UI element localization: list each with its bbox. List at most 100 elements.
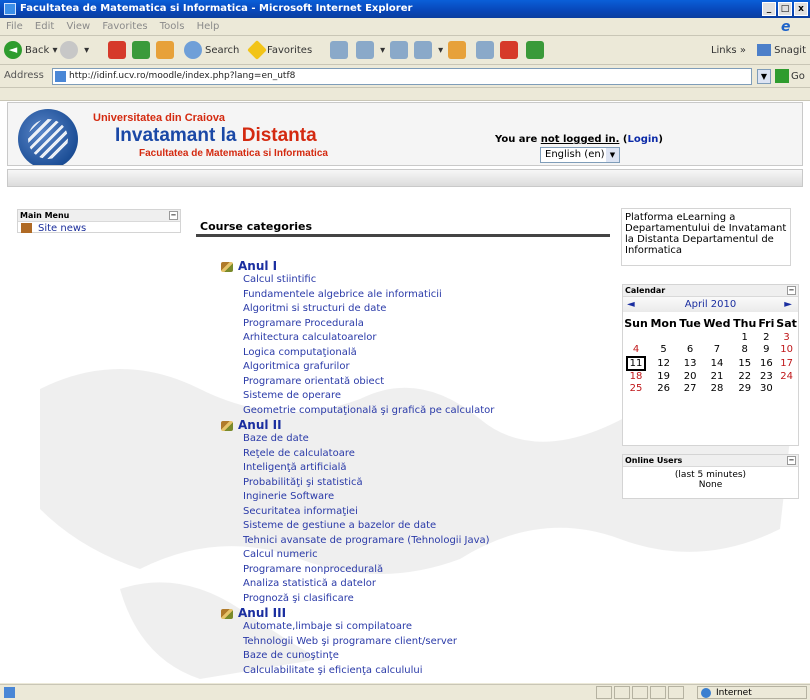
course-link[interactable]: Tehnici avansate de programare (Tehnolog… bbox=[221, 534, 611, 549]
address-dropdown-button[interactable]: ▼ bbox=[757, 69, 771, 84]
links-button[interactable]: Links bbox=[711, 45, 737, 56]
course-link[interactable]: Probabilităţi şi statistică bbox=[221, 476, 611, 491]
course-link[interactable]: Calculabilitate şi eficienţa calculului bbox=[221, 664, 611, 679]
print-button[interactable] bbox=[390, 41, 411, 61]
search-label: Search bbox=[205, 45, 240, 56]
refresh-icon bbox=[132, 41, 150, 59]
site-title-part1: Invatamant la bbox=[115, 125, 242, 146]
collapse-icon[interactable]: − bbox=[169, 211, 178, 220]
course-link[interactable]: Algoritmi si structuri de date bbox=[221, 302, 611, 317]
weekday-header: Tue bbox=[679, 317, 701, 330]
print-icon bbox=[390, 41, 408, 59]
category-anul-1[interactable]: Anul I bbox=[221, 259, 611, 273]
prev-month-button[interactable]: ◄ bbox=[627, 297, 635, 312]
course-link[interactable]: Programare nonprocedurală bbox=[221, 563, 611, 578]
home-icon bbox=[156, 41, 174, 59]
address-url: http://idinf.ucv.ro/moodle/index.php?lan… bbox=[69, 71, 296, 81]
menu-edit[interactable]: Edit bbox=[35, 21, 54, 32]
course-link[interactable]: Programare orientată obiect bbox=[221, 375, 611, 390]
course-link[interactable]: Automate,limbaje si compilatoare bbox=[221, 620, 611, 635]
course-link[interactable]: Prognoză şi clasificare bbox=[221, 592, 611, 607]
calendar-day: 25 bbox=[629, 383, 643, 394]
course-link[interactable]: Securitatea informaţiei bbox=[221, 505, 611, 520]
next-month-button[interactable]: ► bbox=[784, 297, 792, 312]
language-select[interactable]: English (en) ▼ bbox=[540, 147, 620, 163]
menu-file[interactable]: File bbox=[6, 21, 23, 32]
login-paren-close: ) bbox=[658, 134, 663, 145]
course-link[interactable]: Inteligenţă artificială bbox=[221, 461, 611, 476]
address-input[interactable]: http://idinf.ucv.ro/moodle/index.php?lan… bbox=[52, 68, 752, 85]
weekday-header: Wed bbox=[703, 317, 731, 330]
category-icon bbox=[221, 261, 233, 272]
course-link[interactable]: Sisteme de gestiune a bazelor de date bbox=[221, 519, 611, 534]
security-zone: Internet bbox=[697, 686, 807, 699]
go-button[interactable]: Go bbox=[775, 69, 805, 84]
site-news-link[interactable]: Site news bbox=[38, 223, 86, 234]
collapse-icon[interactable]: − bbox=[787, 456, 796, 465]
course-link[interactable]: Calcul stiintific bbox=[221, 273, 611, 288]
course-link[interactable]: Fundamentele algebrice ale informaticii bbox=[221, 288, 611, 303]
status-panes bbox=[596, 686, 684, 699]
refresh-button[interactable] bbox=[132, 41, 153, 61]
minimize-button[interactable]: _ bbox=[762, 2, 776, 16]
close-button[interactable]: x bbox=[794, 2, 808, 16]
navigation-bar bbox=[7, 169, 803, 187]
course-link[interactable]: Baze de date bbox=[221, 432, 611, 447]
research-button[interactable] bbox=[476, 41, 497, 61]
folder-button[interactable] bbox=[448, 41, 469, 61]
course-link[interactable]: Algoritmica grafurilor bbox=[221, 360, 611, 375]
calendar-day: 7 bbox=[713, 344, 721, 355]
course-link[interactable]: Sisteme de operare bbox=[221, 389, 611, 404]
messenger-button[interactable] bbox=[500, 41, 521, 61]
forward-button[interactable]: ▾ bbox=[60, 41, 89, 61]
course-link[interactable]: Analiza statistică a datelor bbox=[221, 577, 611, 592]
search-icon bbox=[184, 41, 202, 59]
course-link[interactable]: Arhitectura calculatoarelor bbox=[221, 331, 611, 346]
menu-help[interactable]: Help bbox=[197, 21, 220, 32]
snagit-button[interactable]: Snagit bbox=[774, 45, 806, 56]
online-users-period: (last 5 minutes) bbox=[674, 470, 747, 480]
page-viewport[interactable]: Universitatea din Craiova Invatamant la … bbox=[0, 89, 810, 683]
back-button[interactable]: ◄ Back ▾ bbox=[4, 41, 57, 61]
calendar-day: 23 bbox=[759, 371, 773, 382]
collapse-icon[interactable]: − bbox=[787, 286, 796, 295]
course-link[interactable]: Programare Procedurala bbox=[221, 317, 611, 332]
weekday-row: Sun Mon Tue Wed Thu Fri Sat bbox=[623, 315, 798, 332]
calendar-day: 18 bbox=[629, 371, 643, 382]
course-link[interactable]: Geometrie computaţională şi grafică pe c… bbox=[221, 404, 611, 419]
address-label: Address bbox=[4, 70, 44, 81]
search-button[interactable]: Search bbox=[184, 41, 239, 61]
stop-button[interactable] bbox=[108, 41, 129, 61]
favorites-button[interactable]: Favorites bbox=[247, 40, 313, 61]
menu-favorites[interactable]: Favorites bbox=[102, 21, 147, 32]
course-link[interactable]: Baze de cunoştinţe bbox=[221, 649, 611, 664]
status-pane bbox=[614, 686, 630, 699]
menu-tools[interactable]: Tools bbox=[160, 21, 185, 32]
login-link[interactable]: Login bbox=[627, 134, 658, 145]
maximize-button[interactable]: □ bbox=[778, 2, 792, 16]
course-link[interactable]: Reţele de calculatoare bbox=[221, 447, 611, 462]
today-label: 11 bbox=[625, 356, 647, 371]
course-link[interactable]: Inginerie Software bbox=[221, 490, 611, 505]
category-anul-2[interactable]: Anul II bbox=[221, 418, 611, 432]
calendar-month[interactable]: April 2010 bbox=[685, 299, 736, 310]
site-title: Invatamant la Distanta bbox=[115, 125, 317, 147]
mail-button[interactable]: ▾ bbox=[356, 41, 385, 61]
menu-view[interactable]: View bbox=[66, 21, 90, 32]
menu-item-site-news[interactable]: Site news bbox=[18, 222, 180, 235]
media-button[interactable] bbox=[330, 41, 351, 61]
course-link[interactable]: Logica computaţională bbox=[221, 346, 611, 361]
course-link[interactable]: Tehnologii Web şi programare client/serv… bbox=[221, 635, 611, 650]
course-link[interactable]: Calcul numeric bbox=[221, 548, 611, 563]
calendar-day bbox=[649, 332, 678, 344]
home-button[interactable] bbox=[156, 41, 177, 61]
calendar-week: 11 12 13 14 15 16 17 bbox=[623, 356, 798, 371]
edit-button[interactable]: ▾ bbox=[414, 41, 443, 61]
category-anul-3[interactable]: Anul III bbox=[221, 606, 611, 620]
favorites-label: Favorites bbox=[267, 45, 313, 56]
login-status: not logged in. bbox=[540, 134, 620, 145]
favorites-star-icon bbox=[247, 40, 267, 60]
category-label: Anul II bbox=[238, 418, 282, 432]
window-title-bar[interactable]: Facultatea de Matematica si Informatica … bbox=[0, 0, 810, 18]
extra-button[interactable] bbox=[526, 41, 547, 61]
